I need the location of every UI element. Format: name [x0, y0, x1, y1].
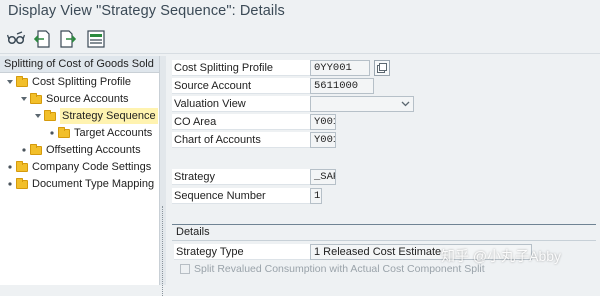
tree-node-target-accounts[interactable]: Target Accounts — [48, 125, 152, 141]
folder-icon — [16, 160, 28, 172]
leaf-bullet-icon — [48, 125, 56, 141]
details-divider — [172, 240, 596, 241]
row-strategy: Strategy _SAP — [172, 168, 336, 186]
chart-of-accounts-label: Chart of Accounts — [172, 132, 310, 148]
title-bar: Display View "Strategy Sequence": Detail… — [0, 0, 600, 24]
sequence-number-field[interactable]: 1 — [310, 188, 322, 204]
tree-node-source-accounts[interactable]: Source Accounts — [20, 91, 129, 107]
source-account-field[interactable]: 5611000 — [310, 78, 374, 94]
folder-icon — [58, 126, 70, 138]
row-valuation-view: Valuation View — [172, 95, 414, 113]
row-sequence-number: Sequence Number 1 — [172, 187, 322, 205]
valuation-view-dropdown[interactable] — [310, 96, 414, 112]
expand-arrow-icon[interactable] — [6, 74, 14, 90]
tree-node-offsetting-accounts[interactable]: Offsetting Accounts — [20, 142, 141, 158]
tree-node-strategy-sequence[interactable]: Strategy Sequence — [34, 108, 158, 124]
variable-list-icon — [87, 30, 105, 48]
cost-splitting-profile-label: Cost Splitting Profile — [172, 60, 310, 76]
split-revalued-consumption-checkbox[interactable] — [180, 264, 190, 274]
previous-entry-button[interactable] — [32, 29, 52, 49]
toolbar — [0, 24, 600, 54]
leaf-bullet-icon — [6, 159, 14, 175]
co-area-label: CO Area — [172, 114, 310, 130]
split-revalued-consumption-option: Split Revalued Consumption with Actual C… — [180, 263, 485, 275]
source-account-label: Source Account — [172, 78, 310, 94]
display-change-button[interactable] — [6, 29, 26, 49]
expand-arrow-icon[interactable] — [20, 91, 28, 107]
folder-icon — [16, 177, 28, 189]
watermark: 知乎 @小丸子Abby — [441, 248, 562, 264]
next-entry-icon — [60, 30, 76, 48]
chevron-down-icon — [401, 101, 410, 107]
row-source-account: Source Account 5611000 — [172, 77, 374, 95]
splitter-grip[interactable] — [162, 206, 164, 296]
strategy-type-label: Strategy Type — [174, 244, 310, 260]
folder-icon — [30, 92, 42, 104]
row-co-area: CO Area Y001 — [172, 113, 336, 131]
valuation-view-label: Valuation View — [172, 96, 310, 112]
leaf-bullet-icon — [20, 142, 28, 158]
strategy-label: Strategy — [172, 169, 310, 185]
tree-node-cost-splitting-profile[interactable]: Cost Splitting Profile — [6, 74, 131, 90]
details-button[interactable] — [374, 60, 390, 76]
folder-icon — [44, 109, 56, 121]
folder-icon — [30, 143, 42, 155]
leaf-bullet-icon — [6, 176, 14, 192]
tree-node-company-code-settings[interactable]: Company Code Settings — [6, 159, 151, 175]
sequence-number-label: Sequence Number — [172, 188, 310, 204]
folder-icon — [16, 75, 28, 87]
row-chart-of-accounts: Chart of Accounts Y001 — [172, 131, 336, 149]
chart-of-accounts-field[interactable]: Y001 — [310, 132, 336, 148]
navigation-tree: Splitting of Cost of Goods Sold Cost Spl… — [0, 56, 160, 285]
expand-arrow-icon[interactable] — [34, 108, 42, 124]
copy-window-icon — [377, 63, 387, 73]
strategy-field[interactable]: _SAP — [310, 169, 336, 185]
glasses-icon — [7, 31, 25, 45]
next-entry-button[interactable] — [58, 29, 78, 49]
tree-header: Splitting of Cost of Goods Sold — [0, 56, 159, 73]
row-cost-splitting-profile: Cost Splitting Profile 0YY001 — [172, 59, 390, 77]
tree-node-document-type-mapping[interactable]: Document Type Mapping — [6, 176, 154, 192]
previous-entry-icon — [34, 30, 50, 48]
window-title: Display View "Strategy Sequence": Detail… — [8, 3, 285, 19]
details-group-title: Details — [176, 226, 210, 238]
variable-list-button[interactable] — [86, 29, 106, 49]
co-area-field[interactable]: Y001 — [310, 114, 336, 130]
cost-splitting-profile-field[interactable]: 0YY001 — [310, 60, 370, 76]
